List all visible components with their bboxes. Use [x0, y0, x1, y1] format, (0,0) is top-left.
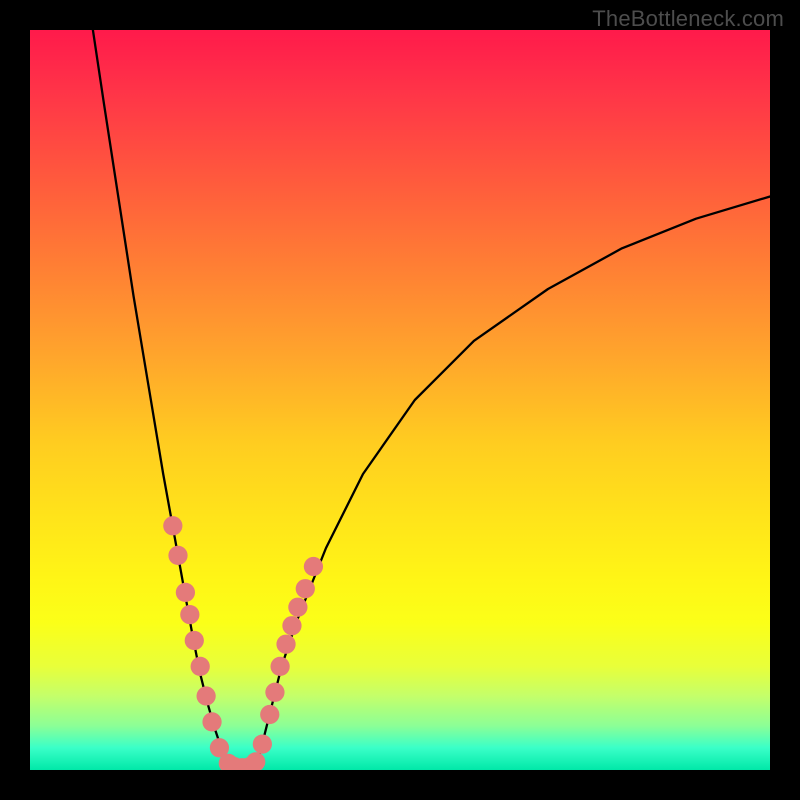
- marker-dot: [185, 631, 204, 650]
- marker-dot: [296, 579, 315, 598]
- marker-dot: [271, 657, 290, 676]
- marker-dot: [282, 616, 301, 635]
- marker-dot: [304, 557, 323, 576]
- marker-dot: [288, 598, 307, 617]
- marker-dot: [246, 752, 265, 770]
- bottleneck-curve: [93, 30, 770, 769]
- chart-svg: [30, 30, 770, 770]
- marker-dot: [168, 546, 187, 565]
- marker-dot: [163, 516, 182, 535]
- marker-dot: [265, 683, 284, 702]
- plot-area: [30, 30, 770, 770]
- marker-dot: [202, 712, 221, 731]
- chart-frame: TheBottleneck.com: [0, 0, 800, 800]
- marker-dot: [260, 705, 279, 724]
- marker-dot: [276, 635, 295, 654]
- marker-dot: [253, 734, 272, 753]
- marker-group: [163, 516, 323, 770]
- marker-dot: [191, 657, 210, 676]
- marker-dot: [197, 686, 216, 705]
- watermark-text: TheBottleneck.com: [592, 6, 784, 32]
- marker-dot: [176, 583, 195, 602]
- marker-dot: [180, 605, 199, 624]
